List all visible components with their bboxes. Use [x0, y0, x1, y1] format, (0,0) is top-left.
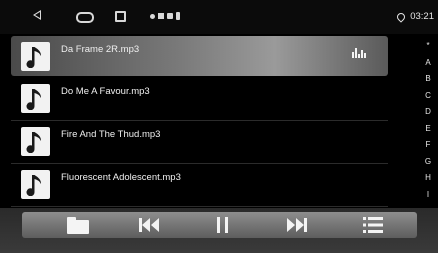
- notification-box-icon: [167, 13, 173, 19]
- index-letter[interactable]: A: [418, 55, 438, 72]
- clock: 03:21: [410, 11, 434, 22]
- music-note-icon: [21, 170, 50, 199]
- song-title: Da Frame 2R.mp3: [61, 44, 140, 55]
- index-letter[interactable]: C: [418, 88, 438, 105]
- index-letter[interactable]: F: [418, 137, 438, 154]
- song-list: Da Frame 2R.mp3 Do Me A Favour.mp3 Fire …: [11, 36, 388, 207]
- song-title: Fire And The Thud.mp3: [61, 129, 161, 140]
- index-letter[interactable]: B: [418, 71, 438, 88]
- index-letter[interactable]: D: [418, 104, 438, 121]
- back-icon[interactable]: [33, 10, 41, 20]
- index-letter[interactable]: I: [418, 187, 438, 204]
- pause-icon: [217, 217, 228, 233]
- home-icon[interactable]: [76, 12, 94, 23]
- skip-next-icon: [287, 218, 307, 232]
- skip-previous-icon: [139, 218, 159, 232]
- recent-apps-icon[interactable]: [115, 11, 126, 22]
- list-item[interactable]: Fluorescent Adolescent.mp3: [11, 164, 388, 207]
- index-letter[interactable]: *: [418, 38, 438, 55]
- list-item[interactable]: Fire And The Thud.mp3: [11, 121, 388, 164]
- song-title: Do Me A Favour.mp3: [61, 86, 150, 97]
- index-letter[interactable]: G: [418, 154, 438, 171]
- folder-button[interactable]: [67, 212, 89, 238]
- list-item[interactable]: Da Frame 2R.mp3: [11, 36, 388, 76]
- equalizer-icon: [352, 48, 366, 58]
- next-button[interactable]: [285, 212, 307, 238]
- control-dock: [22, 212, 417, 238]
- notification-lock-icon: [176, 12, 180, 20]
- notification-dot-icon: [150, 13, 155, 19]
- index-letter[interactable]: E: [418, 121, 438, 138]
- location-icon: [395, 10, 407, 23]
- previous-button[interactable]: [139, 212, 161, 238]
- playlist-button[interactable]: [363, 212, 383, 238]
- pause-button[interactable]: [216, 212, 230, 238]
- index-letter[interactable]: H: [418, 170, 438, 187]
- notification-icons: [150, 12, 180, 20]
- playback-bar: [0, 208, 438, 253]
- alphabet-index[interactable]: * A B C D E F G H I: [418, 38, 438, 203]
- notification-square-icon: [158, 13, 164, 19]
- list-icon: [363, 217, 383, 233]
- music-note-icon: [21, 127, 50, 156]
- status-right: 03:21: [395, 10, 434, 23]
- song-title: Fluorescent Adolescent.mp3: [61, 172, 181, 183]
- status-bar: 03:21: [0, 0, 438, 34]
- music-note-icon: [21, 84, 50, 113]
- list-item[interactable]: Do Me A Favour.mp3: [11, 78, 388, 121]
- music-note-icon: [21, 42, 50, 71]
